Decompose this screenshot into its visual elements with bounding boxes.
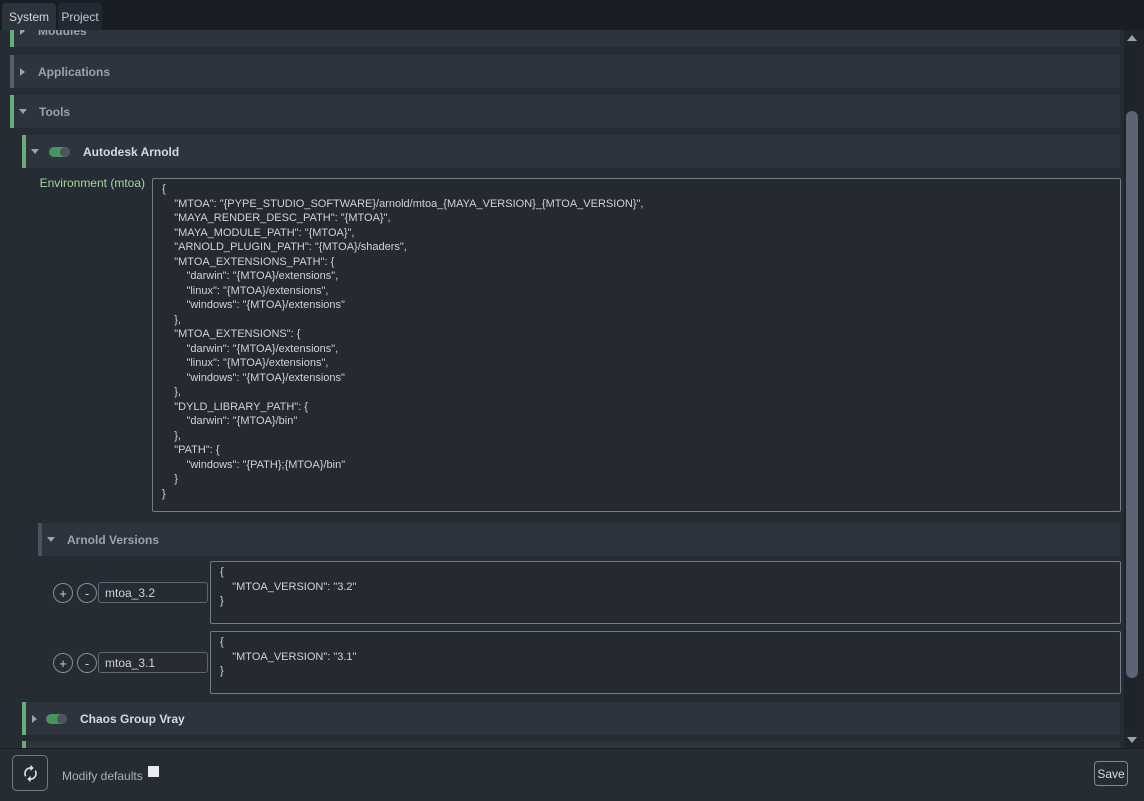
arnold-title: Autodesk Arnold xyxy=(83,145,179,159)
version-2-add-button[interactable]: + xyxy=(53,653,73,673)
modules-expander-icon[interactable] xyxy=(20,30,25,35)
applications-accent-bar xyxy=(10,55,14,88)
section-tools[interactable]: Tools xyxy=(10,95,1120,128)
section-arnold-versions[interactable]: Arnold Versions xyxy=(38,523,1120,556)
applications-expander-icon[interactable] xyxy=(20,68,25,76)
version-2-key-input[interactable] xyxy=(98,652,208,673)
tools-title: Tools xyxy=(39,105,70,119)
section-applications[interactable]: Applications xyxy=(10,55,1120,88)
modify-defaults-label: Modify defaults xyxy=(62,749,143,801)
modules-title: Modules xyxy=(38,30,87,38)
version-1-value-textarea[interactable]: { "MTOA_VERSION": "3.2" } xyxy=(210,561,1121,624)
version-2-value-textarea[interactable]: { "MTOA_VERSION": "3.1" } xyxy=(210,631,1121,694)
version-1-add-button[interactable]: + xyxy=(53,583,73,603)
section-chaos-group-vray[interactable]: Chaos Group Vray xyxy=(22,702,1120,735)
arnold-expander-icon[interactable] xyxy=(31,149,39,154)
environment-mtoa-textarea[interactable]: { "MTOA": "{PYPE_STUDIO_SOFTWARE}/arnold… xyxy=(152,178,1121,512)
arnold-enabled-toggle[interactable] xyxy=(49,147,70,157)
version-2-remove-button[interactable]: - xyxy=(77,653,97,673)
applications-title: Applications xyxy=(38,65,110,79)
vray-enabled-toggle[interactable] xyxy=(46,714,67,724)
modules-accent-bar xyxy=(10,30,14,47)
tools-accent-bar xyxy=(10,95,14,128)
tab-bar: System Project xyxy=(0,0,1144,30)
vray-accent-bar xyxy=(22,702,26,735)
arnold-accent-bar xyxy=(22,135,26,168)
tools-expander-icon[interactable] xyxy=(19,109,27,114)
arnold-versions-title: Arnold Versions xyxy=(67,533,159,547)
partial-accent-bar xyxy=(22,741,26,748)
tab-system[interactable]: System xyxy=(2,3,56,30)
scroll-up-icon xyxy=(1127,35,1137,41)
vray-expander-icon[interactable] xyxy=(32,715,37,723)
refresh-icon xyxy=(21,764,40,783)
scroll-down-button[interactable] xyxy=(1124,732,1140,748)
scroll-down-icon xyxy=(1127,737,1137,743)
settings-scroll-area: Modules Applications Tools Autodesk Arno… xyxy=(0,30,1124,748)
version-1-key-input[interactable] xyxy=(98,582,208,603)
scrollbar-track[interactable] xyxy=(1124,46,1140,732)
scrollbar-thumb[interactable] xyxy=(1126,111,1138,678)
vray-toggle-knob xyxy=(57,714,67,724)
arnold-versions-accent-bar xyxy=(38,523,42,556)
scroll-up-button[interactable] xyxy=(1124,30,1140,46)
vray-title: Chaos Group Vray xyxy=(80,712,185,726)
section-modules[interactable]: Modules xyxy=(10,30,1120,47)
footer-bar: Modify defaults Save xyxy=(0,748,1144,801)
refresh-button[interactable] xyxy=(12,755,48,791)
section-partial-next xyxy=(22,741,1120,748)
tab-project[interactable]: Project xyxy=(58,3,102,30)
environment-mtoa-label: Environment (mtoa) xyxy=(0,176,145,190)
save-button[interactable]: Save xyxy=(1094,761,1128,786)
version-1-remove-button[interactable]: - xyxy=(77,583,97,603)
modify-defaults-checkbox[interactable] xyxy=(148,766,159,777)
vertical-scrollbar[interactable] xyxy=(1124,30,1144,748)
section-autodesk-arnold[interactable]: Autodesk Arnold xyxy=(22,135,1120,168)
arnold-toggle-knob xyxy=(60,147,70,157)
arnold-versions-expander-icon[interactable] xyxy=(47,537,55,542)
settings-window: System Project Modules Applications Tool… xyxy=(0,0,1144,801)
